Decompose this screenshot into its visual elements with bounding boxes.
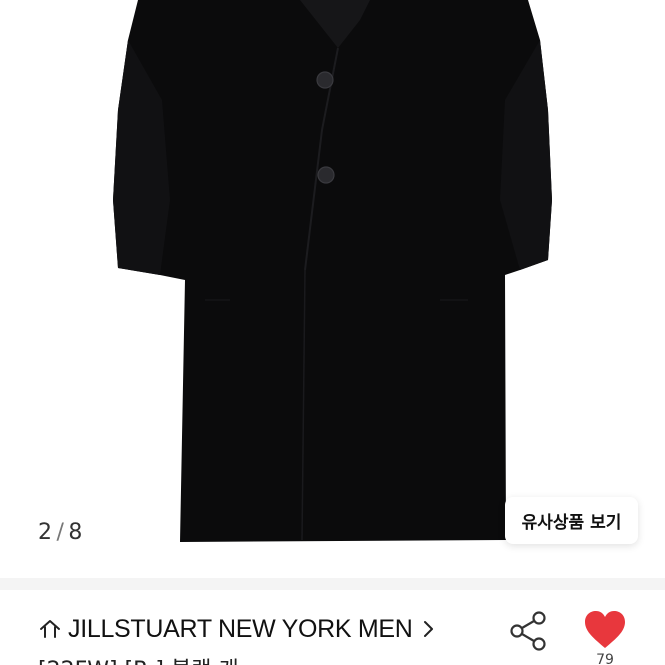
image-page-counter: 2/8 xyxy=(38,520,83,545)
like-count: 79 xyxy=(596,652,614,665)
brand-link[interactable]: JILLSTUART NEW YORK MEN xyxy=(38,614,435,644)
view-similar-products-button[interactable]: 유사상품 보기 xyxy=(505,497,638,544)
brand-name: JILLSTUART NEW YORK MEN xyxy=(68,614,413,643)
heart-icon[interactable] xyxy=(583,610,627,650)
chevron-right-icon xyxy=(423,621,433,637)
product-info-section: JILLSTUART NEW YORK MEN 79 [22FW] [R ] 블… xyxy=(0,590,665,665)
page-separator: / xyxy=(56,520,65,545)
section-divider xyxy=(0,578,665,590)
share-icon[interactable] xyxy=(508,610,550,652)
total-pages: 8 xyxy=(68,520,83,545)
home-icon xyxy=(40,620,60,638)
product-title: [22FW] [R ] 블랙 캐 xyxy=(38,652,558,665)
product-image-gallery[interactable]: 2/8 유사상품 보기 xyxy=(0,0,665,578)
product-image xyxy=(113,0,552,542)
current-page: 2 xyxy=(38,520,53,545)
